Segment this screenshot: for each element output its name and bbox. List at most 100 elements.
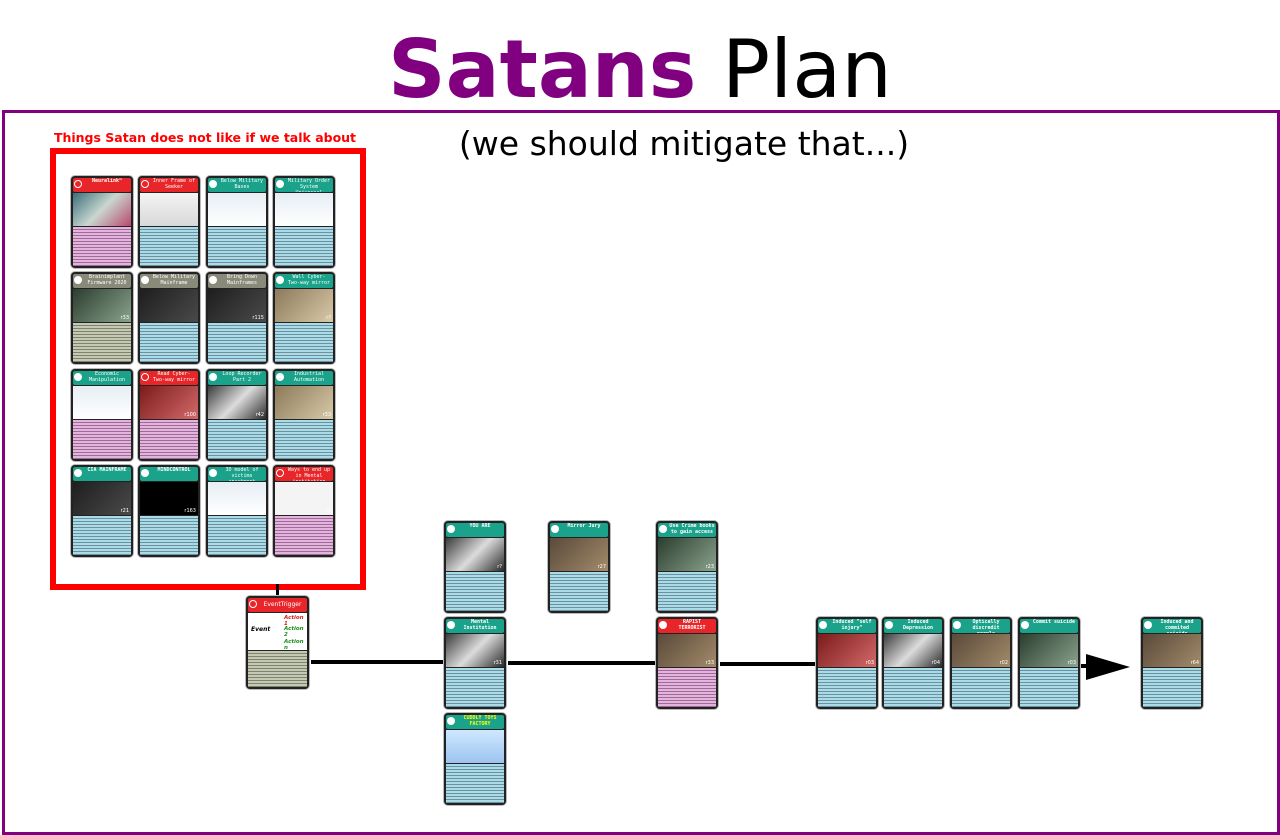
topic-card: Below Military Mainframe xyxy=(138,272,200,364)
card-cuddly-text xyxy=(446,764,504,803)
topic-card-text xyxy=(275,323,333,362)
topic-card-text xyxy=(73,420,131,459)
card-self-injury-text xyxy=(818,668,876,707)
topic-card: CIA MAINFRAME r21 xyxy=(71,465,133,557)
topic-card-number: r100 xyxy=(184,412,196,418)
card-type-icon xyxy=(209,276,217,284)
card-type-icon xyxy=(659,621,667,629)
topic-card-image xyxy=(208,193,266,226)
topic-card-text xyxy=(140,227,198,266)
card-suicide: Commit suicide r03 xyxy=(1018,617,1080,709)
topic-card-image xyxy=(73,193,131,226)
event-card-text xyxy=(248,651,307,687)
topic-card-number: r33 xyxy=(120,315,129,321)
topic-card: 3D model of victims apartmentr43 xyxy=(206,465,268,557)
topic-card: Bring Down Mainframes r115 xyxy=(206,272,268,364)
card-crime-books-number: r23 xyxy=(705,564,714,570)
card-type-icon xyxy=(447,621,455,629)
card-mental-text xyxy=(446,668,504,707)
card-rapist: RAPIST TERRORIST r33 xyxy=(656,617,718,709)
event-label: Event xyxy=(251,626,271,633)
card-type-icon xyxy=(953,621,961,629)
card-self-injury-number: r03 xyxy=(865,660,874,666)
card-type-icon xyxy=(551,525,559,533)
topic-card-text xyxy=(208,516,266,555)
card-mirror-jury: Mirror Jury r27 xyxy=(548,521,610,613)
topic-card-text xyxy=(73,323,131,362)
card-type-icon xyxy=(885,621,893,629)
action-n-label: Action n xyxy=(284,639,304,651)
card-type-icon xyxy=(276,276,284,284)
card-cuddly-image xyxy=(446,730,504,763)
topic-card-number: r163 xyxy=(184,508,196,514)
card-mirror-jury-text xyxy=(550,572,608,611)
card-suicide-text xyxy=(1020,668,1078,707)
card-induced-suicide-number: r64 xyxy=(1190,660,1199,666)
card-you-are-text xyxy=(446,572,504,611)
grid-label: Things Satan does not like if we talk ab… xyxy=(53,130,357,145)
card-cuddly: CUDDLY TOYS FACTORY xyxy=(444,713,506,805)
card-depression-text xyxy=(884,668,942,707)
card-type-icon xyxy=(74,469,82,477)
card-mental: Mental Institution r31 xyxy=(444,617,506,709)
topic-card-text xyxy=(140,323,198,362)
topic-card-text xyxy=(140,420,198,459)
topic-card: Below Military Bases xyxy=(206,176,268,268)
card-rapist-number: r33 xyxy=(705,660,714,666)
topic-card-text xyxy=(275,227,333,266)
topic-card-image xyxy=(140,193,198,226)
card-type-icon xyxy=(659,525,667,533)
card-type-icon xyxy=(276,373,284,381)
topic-card-image xyxy=(140,289,198,322)
topic-card-image xyxy=(275,289,333,322)
topic-card: Brainimplant Firmware 2020 r33 xyxy=(71,272,133,364)
topic-card: Economic Manipulation xyxy=(71,369,133,461)
card-mental-number: r31 xyxy=(493,660,502,666)
topic-card-number: r43 xyxy=(255,508,264,514)
card-crime-books-text xyxy=(658,572,716,611)
topic-card: Loop Recorder Part 2 r42 xyxy=(206,369,268,461)
card-type-icon xyxy=(819,621,827,629)
topic-card: Wall Cyber- Two-way mirror r? xyxy=(273,272,335,364)
topic-card-text xyxy=(73,227,131,266)
card-type-icon xyxy=(209,469,217,477)
card-depression-number: r04 xyxy=(931,660,940,666)
topic-card-image xyxy=(275,482,333,515)
card-type-icon xyxy=(74,180,82,188)
title-plan: Plan xyxy=(721,23,893,116)
card-type-icon xyxy=(74,276,82,284)
flow-line-2 xyxy=(508,661,658,665)
topic-card-number: r42 xyxy=(255,412,264,418)
topic-card: Military Order System Universal xyxy=(273,176,335,268)
action-2-label: Action 2 xyxy=(284,626,304,638)
card-discredit-number: r02 xyxy=(999,660,1008,666)
card-induced-suicide: Induced and commited suicider64 xyxy=(1141,617,1203,709)
card-type-icon xyxy=(141,373,149,381)
title-satans: Satans xyxy=(387,23,697,116)
topic-card-number: r? xyxy=(326,315,331,321)
card-type-icon xyxy=(141,180,149,188)
topic-card-text xyxy=(208,227,266,266)
card-mirror-jury-number: r27 xyxy=(597,564,606,570)
card-type-icon xyxy=(141,276,149,284)
topic-card-number: r? xyxy=(326,508,331,514)
card-self-injury: Induced "self injury" r03 xyxy=(816,617,878,709)
topic-card-text xyxy=(275,420,333,459)
flow-arrow-head xyxy=(1086,654,1130,680)
topic-card-image xyxy=(275,193,333,226)
topic-card-text xyxy=(208,420,266,459)
card-suicide-number: r03 xyxy=(1067,660,1076,666)
topic-card-text xyxy=(140,516,198,555)
topic-card-number: r33 xyxy=(322,412,331,418)
card-type-icon xyxy=(447,717,455,725)
card-discredit: Optically discredit peopler02 xyxy=(950,617,1012,709)
card-discredit-text xyxy=(952,668,1010,707)
topic-card-number: r21 xyxy=(120,508,129,514)
card-type-icon xyxy=(209,180,217,188)
card-type-icon xyxy=(141,469,149,477)
event-diagram: Event Action 1 Action 2 Action n xyxy=(248,613,307,651)
topic-card-number: r115 xyxy=(252,315,264,321)
topic-card-text xyxy=(73,516,131,555)
page-title: Satans Plan xyxy=(0,22,1280,118)
card-type-icon xyxy=(1144,621,1152,629)
